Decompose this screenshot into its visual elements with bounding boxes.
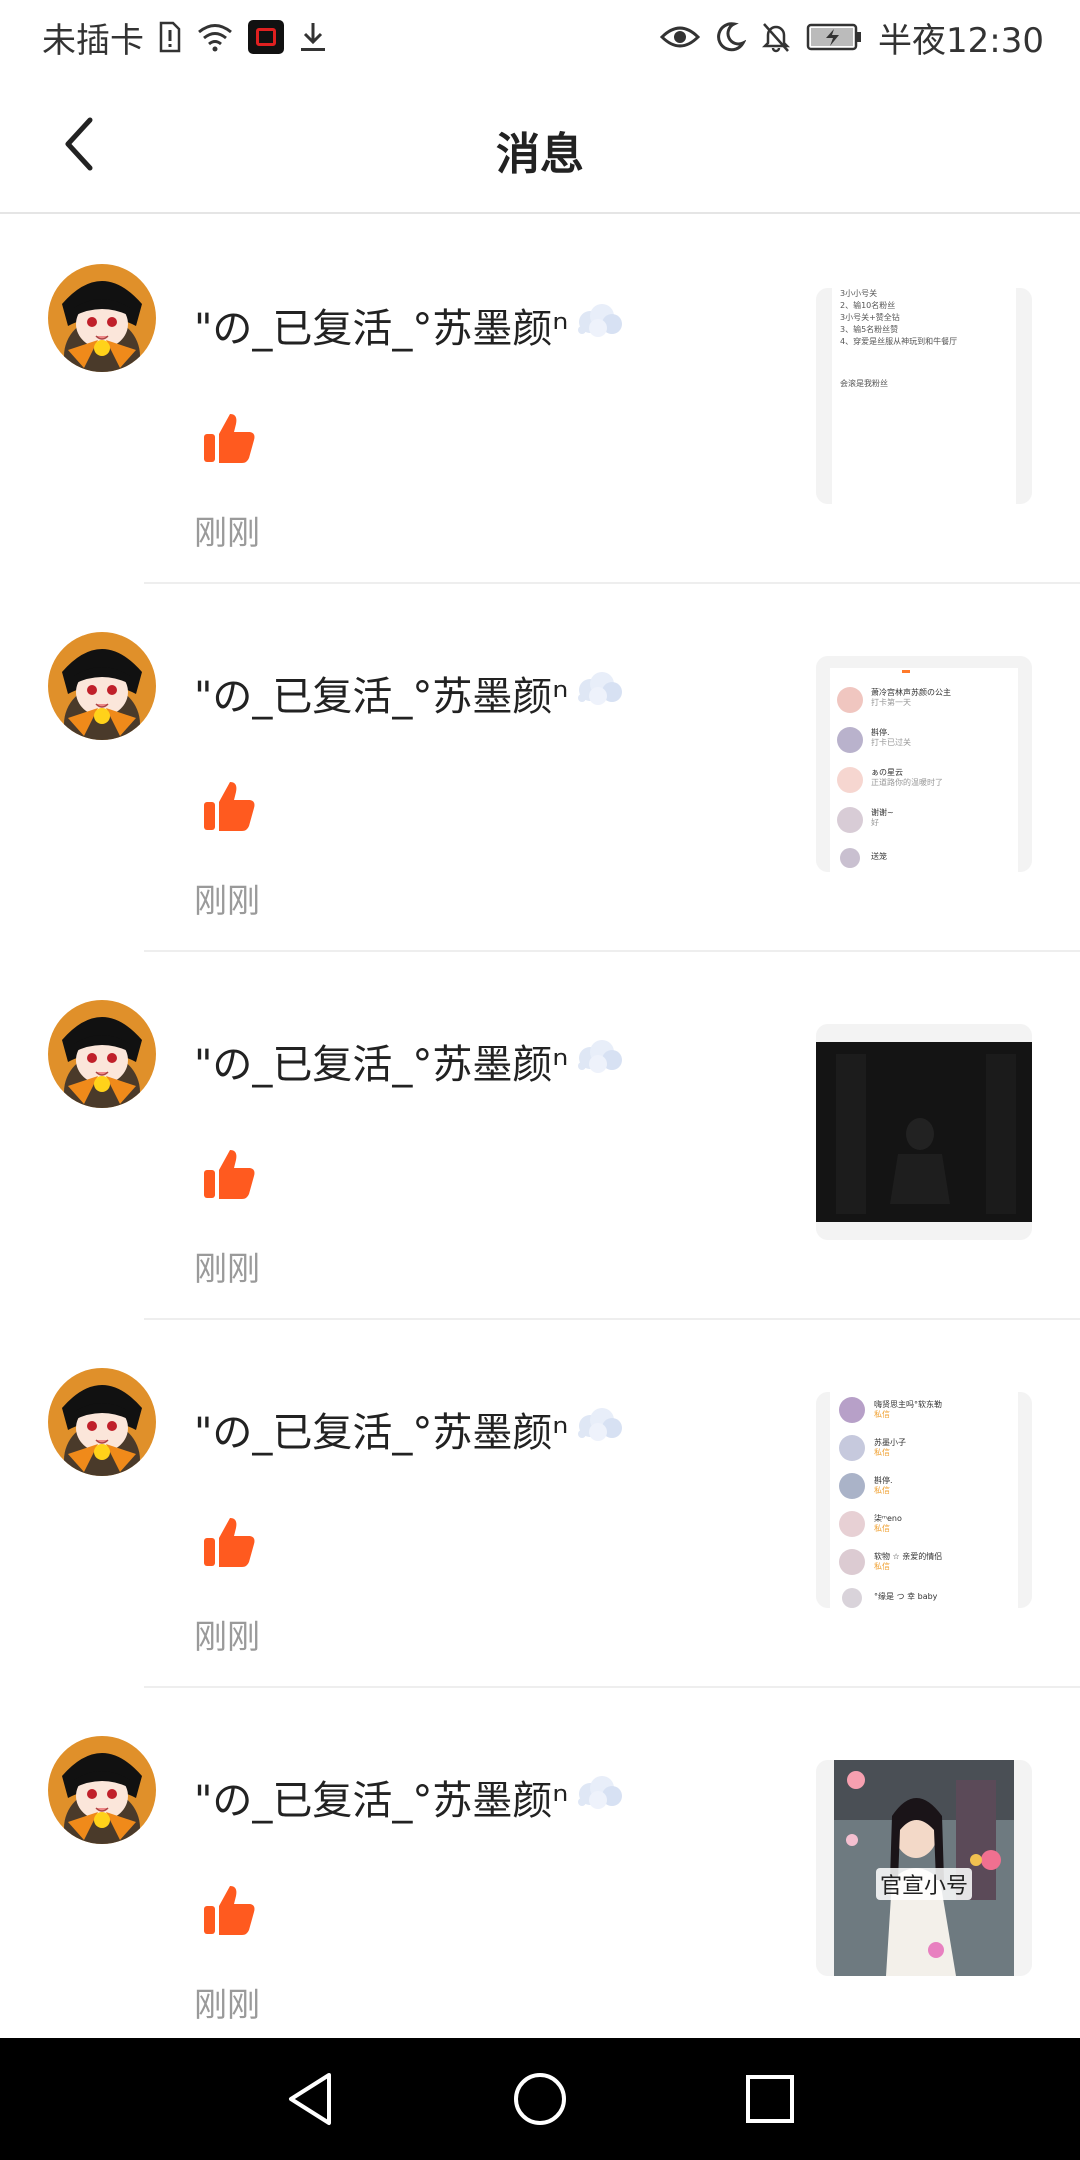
thumbs-up-icon <box>200 1514 258 1572</box>
sender-name: "の_已复活_°苏墨颜ⁿ <box>194 664 626 722</box>
chat-row-title: 柒ᵐeno <box>874 1514 902 1523</box>
sender-name: "の_已复活_°苏墨颜ⁿ <box>194 1032 626 1090</box>
sender-name: "の_已复活_°苏墨颜ⁿ <box>194 1400 626 1458</box>
photo-caption: 官宣小号 <box>876 1868 973 1900</box>
thumbs-up-icon <box>200 1146 258 1204</box>
list-item[interactable]: "の_已复活_°苏墨颜ⁿ 刚刚 <box>0 952 1080 1320</box>
cloud-emoji-icon <box>574 1036 626 1086</box>
avatar[interactable] <box>48 632 156 740</box>
avatar[interactable] <box>48 1368 156 1476</box>
chat-row-sub: 私信 <box>874 1524 890 1533</box>
note-line: 会滚是我粉丝 <box>840 379 888 388</box>
avatar[interactable] <box>48 1000 156 1108</box>
chat-row-title: 谢谢~ <box>871 808 894 817</box>
post-thumbnail[interactable]: 嗨贤思主吗°软东勒 私信 苏墨小子 私信 斟停. 私信 柒ᵐeno 私信 软物 … <box>816 1392 1032 1608</box>
cloud-emoji-icon <box>574 300 626 350</box>
chat-row-title: 斟停. <box>871 728 890 737</box>
list-item[interactable]: "の_已复活_°苏墨颜ⁿ 刚刚 嗨贤思主吗°软东勒 私信 苏墨小子 私信 斟停.… <box>0 1320 1080 1688</box>
page-title: 消息 <box>496 129 584 180</box>
chat-row-title: °缘是 つ 幸 baby <box>874 1592 938 1601</box>
chat-row-title: 嗨贤思主吗°软东勒 <box>874 1400 942 1409</box>
chat-row-sub: 正道路你的温暖时了 <box>871 778 943 787</box>
moon-icon <box>714 21 747 53</box>
note-line: 2、输10名粉丝 <box>840 301 896 310</box>
square-recents-icon <box>746 2075 794 2123</box>
list-item[interactable]: "の_已复活_°苏墨颜ⁿ 刚刚 3小小号关 2、输10名粉丝 3小号关+赞全钻 … <box>0 216 1080 584</box>
triangle-back-icon <box>289 2073 331 2125</box>
thumbs-up-icon <box>200 778 258 836</box>
status-left: 未插卡 <box>42 13 328 62</box>
thumbs-up-icon <box>200 1882 258 1940</box>
chat-row-title: 斟停. <box>874 1476 893 1485</box>
wifi-icon <box>196 22 234 52</box>
sim-alert-icon <box>158 21 182 53</box>
notifications-off-icon <box>760 21 792 53</box>
list-item[interactable]: "の_已复活_°苏墨颜ⁿ 刚刚 萧冷宫林声苏颜の公主 打卡第一天 斟停. 打卡已… <box>0 584 1080 952</box>
download-icon <box>298 21 328 53</box>
list-item[interactable]: "の_已复活_°苏墨颜ⁿ 刚刚 官宣小号 <box>0 1688 1080 2056</box>
post-thumbnail[interactable]: 官宣小号 <box>816 1760 1032 1976</box>
post-thumbnail[interactable]: 萧冷宫林声苏颜の公主 打卡第一天 斟停. 打卡已过关 ぁの星云 正道路你的温暖时… <box>816 656 1032 872</box>
chat-row-sub: 打卡已过关 <box>871 738 911 747</box>
chat-row-sub: 私信 <box>874 1410 890 1419</box>
chat-row-title: 软物 ☆ 亲爱的情侣 <box>874 1552 943 1561</box>
chat-row-sub: 私信 <box>874 1448 890 1457</box>
cloud-emoji-icon <box>574 1772 626 1822</box>
note-line: 3、输5名粉丝赞 <box>840 325 899 334</box>
nav-back-button[interactable] <box>274 2064 344 2134</box>
nav-home-button[interactable] <box>505 2064 575 2134</box>
note-line: 4、穿爱是丝服从神玩到和牛餐厅 <box>840 337 958 346</box>
status-bar: 未插卡 半夜12:30 <box>0 0 1080 74</box>
chat-row-sub: 私信 <box>874 1486 890 1495</box>
nav-recents-button[interactable] <box>735 2064 805 2134</box>
message-time: 刚刚 <box>194 1617 260 1656</box>
note-line: 3小小号关 <box>840 289 878 298</box>
chat-row-sub: 好 <box>871 818 879 827</box>
carrier-label: 未插卡 <box>42 20 144 61</box>
post-thumbnail[interactable]: 3小小号关 2、输10名粉丝 3小号关+赞全钻 3、输5名粉丝赞 4、穿爱是丝服… <box>816 288 1032 504</box>
screen-record-icon <box>248 20 284 54</box>
note-line: 3小号关+赞全钻 <box>840 313 900 322</box>
eye-comfort-icon <box>660 23 701 51</box>
cloud-emoji-icon <box>574 668 626 718</box>
thumbs-up-icon <box>200 410 258 468</box>
sender-name: "の_已复活_°苏墨颜ⁿ <box>194 296 626 354</box>
message-time: 刚刚 <box>194 1249 260 1288</box>
cloud-emoji-icon <box>574 1404 626 1454</box>
app-header: 消息 <box>0 74 1080 214</box>
avatar[interactable] <box>48 1736 156 1844</box>
chat-row-title: 苏墨小子 <box>874 1438 906 1447</box>
message-time: 刚刚 <box>194 1985 260 2024</box>
message-time: 刚刚 <box>194 513 260 552</box>
system-nav-bar <box>0 2038 1080 2160</box>
message-time: 刚刚 <box>194 881 260 920</box>
chat-row-sub: 私信 <box>874 1562 890 1571</box>
message-list: "の_已复活_°苏墨颜ⁿ 刚刚 3小小号关 2、输10名粉丝 3小号关+赞全钻 … <box>0 216 1080 2056</box>
circle-home-icon <box>514 2073 566 2125</box>
chat-row-title: 送笼 <box>871 852 887 861</box>
post-thumbnail[interactable] <box>816 1024 1032 1240</box>
sender-name: "の_已复活_°苏墨颜ⁿ <box>194 1768 626 1826</box>
battery-charging-icon <box>806 23 864 51</box>
avatar[interactable] <box>48 264 156 372</box>
chat-row-sub: 打卡第一天 <box>871 698 911 707</box>
chat-row-title: ぁの星云 <box>871 768 903 777</box>
status-right: 半夜12:30 <box>660 13 1044 62</box>
clock: 半夜12:30 <box>878 20 1044 61</box>
chat-row-title: 萧冷宫林声苏颜の公主 <box>871 688 951 697</box>
